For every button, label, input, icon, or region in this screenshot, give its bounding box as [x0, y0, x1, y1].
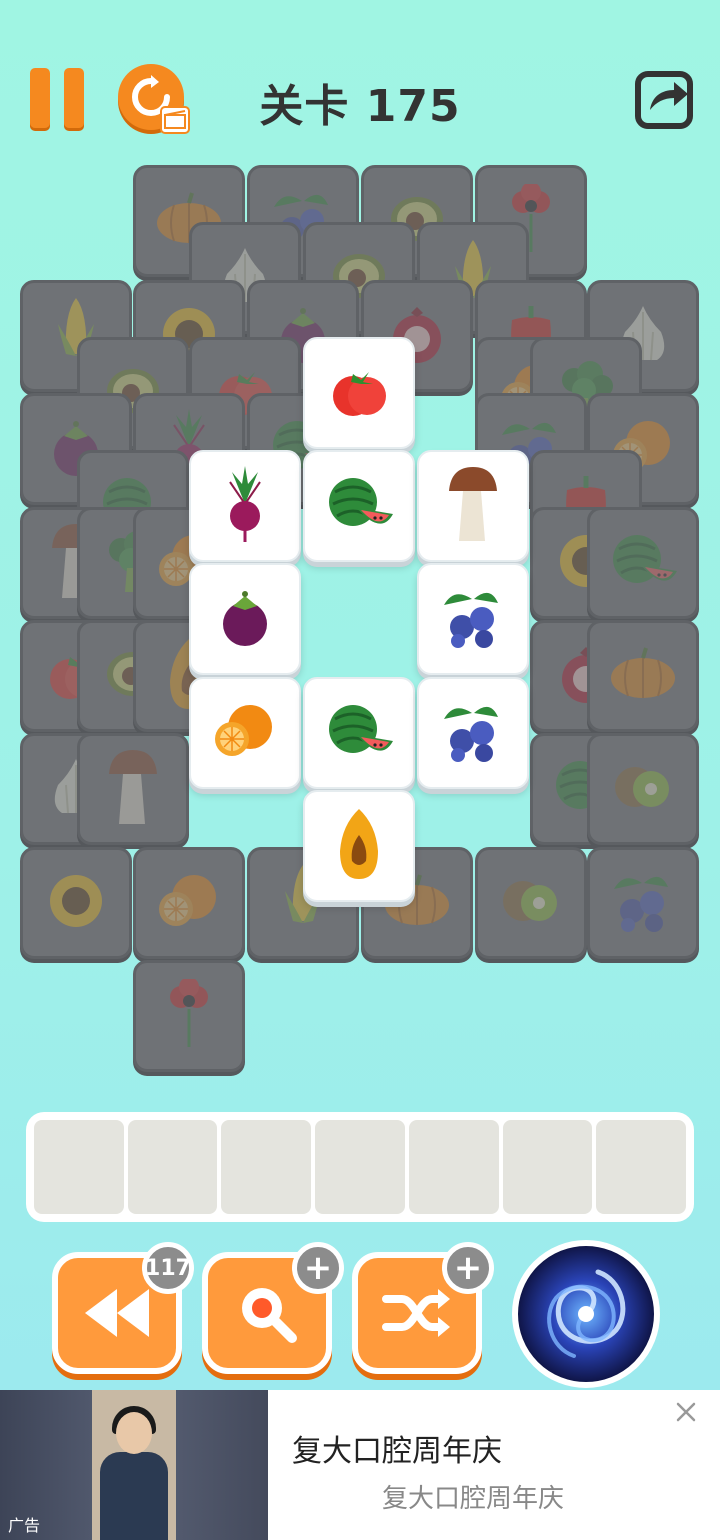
hint-button[interactable]: + [202, 1242, 344, 1374]
ad-banner[interactable]: 广告 复大口腔周年庆 复大口腔周年庆 [0, 1390, 720, 1540]
covered-tile [587, 847, 699, 959]
slot-tray [26, 1112, 694, 1222]
mangosteen-icon [217, 586, 273, 652]
covered-tile [587, 733, 699, 845]
covered-tile [133, 960, 245, 1072]
ad-title[interactable]: 复大口腔周年庆 [292, 1426, 502, 1470]
tray-slot [127, 1120, 218, 1214]
ad-person-head [116, 1412, 152, 1454]
fruit-tile[interactable] [417, 563, 529, 675]
tray-slot [221, 1120, 312, 1214]
shuffle-button[interactable]: + [352, 1242, 494, 1374]
close-icon[interactable] [672, 1398, 700, 1426]
covered-tile [77, 733, 189, 845]
fruit-tile[interactable] [189, 450, 301, 562]
tray-slot [315, 1120, 405, 1214]
fruit-tile[interactable] [303, 790, 415, 902]
tray-slot [408, 1120, 499, 1214]
fruit-tile[interactable] [417, 677, 529, 789]
tray-slot [502, 1120, 593, 1214]
mushroom-icon [105, 746, 161, 832]
pause-icon-bar [30, 68, 50, 128]
flower-icon [161, 977, 217, 1053]
video-ad-icon [160, 106, 190, 134]
fruit-tile[interactable] [303, 337, 415, 449]
share-icon [635, 71, 693, 129]
fruit-tile[interactable] [303, 677, 415, 789]
blueberries-icon [608, 869, 678, 937]
tile-board [0, 160, 720, 1090]
watermelon-icon [321, 701, 397, 765]
tray-slot [34, 1120, 124, 1214]
covered-tile [587, 620, 699, 732]
orange-icon [154, 871, 224, 935]
kiwi-icon [501, 873, 561, 933]
pumpkin-icon [608, 646, 678, 706]
ad-subtitle[interactable]: 复大口腔周年庆 [382, 1478, 564, 1515]
kiwi-icon [613, 759, 673, 819]
shuffle-add-badge: + [442, 1242, 494, 1294]
mushroom-icon [445, 463, 501, 549]
vortex-icon [547, 1269, 626, 1358]
beet-icon [216, 464, 274, 548]
ad-label: 广告 [8, 1516, 41, 1535]
watermelon-icon [321, 474, 397, 538]
papaya-icon [332, 805, 386, 887]
pause-icon-bar [64, 68, 84, 128]
rewind-icon [85, 1289, 149, 1337]
level-title: 关卡 175 [259, 81, 461, 132]
tray-slot [596, 1120, 687, 1214]
covered-tile [475, 847, 587, 959]
shuffle-icon [382, 1289, 450, 1337]
fruit-tile[interactable] [189, 563, 301, 675]
covered-tile [587, 507, 699, 619]
share-button[interactable] [634, 68, 696, 130]
watermelon-icon [605, 531, 681, 595]
sunflower-icon [46, 871, 106, 935]
blueberries-icon [438, 699, 508, 767]
fruit-tile[interactable] [189, 677, 301, 789]
ad-person [100, 1452, 168, 1540]
hint-add-badge: + [292, 1242, 344, 1294]
undo-count-badge: 117 [142, 1242, 194, 1294]
fruit-tile[interactable] [303, 450, 415, 562]
undo-button[interactable]: 117 [52, 1242, 194, 1374]
vortex-button[interactable] [512, 1240, 660, 1388]
blueberries-icon [438, 585, 508, 653]
fruit-tile[interactable] [417, 450, 529, 562]
covered-tile [133, 847, 245, 959]
orange-icon [210, 701, 280, 765]
magnifier-icon [242, 1288, 297, 1343]
ad-image[interactable]: 广告 [0, 1390, 268, 1540]
tomato-icon [329, 364, 389, 422]
pause-button[interactable] [30, 68, 84, 128]
covered-tile [20, 847, 132, 959]
